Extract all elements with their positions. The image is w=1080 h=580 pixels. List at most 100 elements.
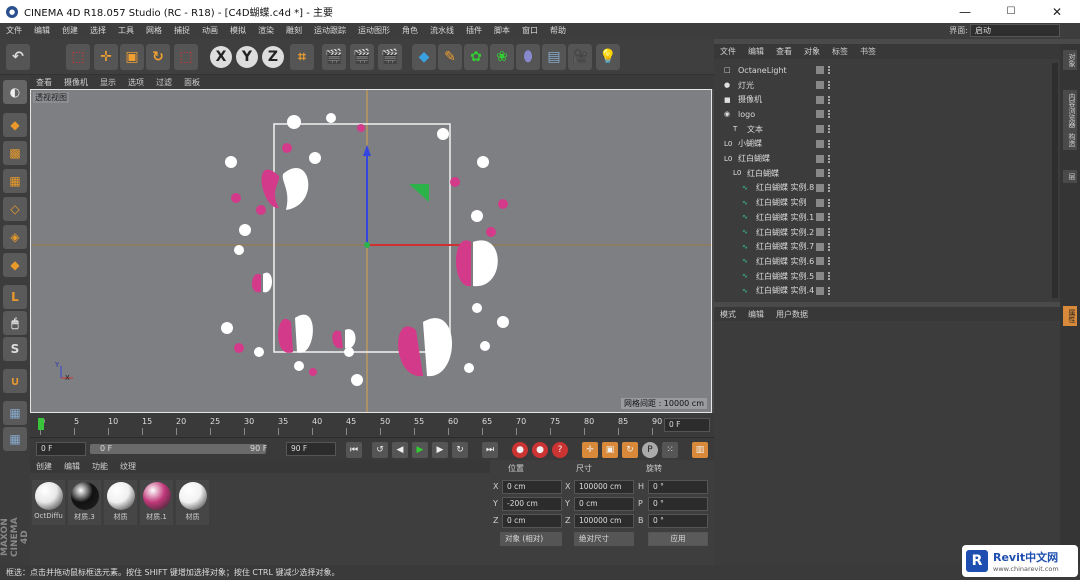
axis-mode-icon[interactable]: L xyxy=(3,285,27,309)
object-row[interactable]: ∿ 红白蝴蝶 实例.8 xyxy=(720,181,1060,196)
object-name[interactable]: 红白蝴蝶 实例.4 xyxy=(756,285,814,296)
render-settings-icon[interactable]: 🎬 xyxy=(378,44,402,70)
tweak-mode-icon[interactable]: 🖱 xyxy=(3,311,27,335)
menu-item[interactable]: 渲染 xyxy=(252,23,280,39)
visibility-icon[interactable] xyxy=(816,81,824,90)
key-rotation-icon[interactable]: ↻ xyxy=(622,442,638,458)
next-frame-icon[interactable]: ▶ xyxy=(432,442,448,458)
visibility-icon[interactable] xyxy=(816,257,824,266)
object-menu-item[interactable]: 书签 xyxy=(854,46,882,57)
cube-icon[interactable]: ◆ xyxy=(412,44,436,70)
enable-toggle-icon[interactable] xyxy=(828,139,834,148)
menu-item[interactable]: 脚本 xyxy=(488,23,516,39)
keyframe-selection-icon[interactable]: ? xyxy=(552,442,568,458)
object-row[interactable]: ∿ 红白蝴蝶 实例.1 xyxy=(720,210,1060,225)
enable-toggle-icon[interactable] xyxy=(828,228,834,237)
rotate-icon[interactable]: ↻ xyxy=(146,44,170,70)
object-menu-item[interactable]: 编辑 xyxy=(742,46,770,57)
visibility-icon[interactable] xyxy=(816,213,824,222)
menu-item[interactable]: 窗口 xyxy=(516,23,544,39)
viewport-menu-item[interactable]: 摄像机 xyxy=(58,77,94,88)
object-row[interactable]: L0 红白蝴蝶 xyxy=(720,151,1060,166)
material-menu-item[interactable]: 编辑 xyxy=(58,461,86,472)
grid-icon[interactable]: ▦ xyxy=(3,401,27,425)
size-field[interactable]: 0 cm xyxy=(574,497,634,511)
object-menu-item[interactable]: 文件 xyxy=(714,46,742,57)
object-menu-item[interactable]: 对象 xyxy=(798,46,826,57)
timeline[interactable]: 051015202530354045505560657075808590 0 F xyxy=(30,413,714,437)
viewport-menu-item[interactable]: 面板 xyxy=(178,77,206,88)
visibility-icon[interactable] xyxy=(816,183,824,192)
deformer-icon[interactable]: ⬮ xyxy=(516,44,540,70)
position-field[interactable]: -200 cm xyxy=(502,497,562,511)
viewport-menu-item[interactable]: 过滤 xyxy=(150,77,178,88)
rotation-field[interactable]: 0 ° xyxy=(648,497,708,511)
material-swatch[interactable]: OctDiffu xyxy=(32,480,65,525)
visibility-icon[interactable] xyxy=(816,228,824,237)
minimize-button[interactable]: — xyxy=(942,0,988,23)
menu-item[interactable]: 运动图形 xyxy=(352,23,396,39)
object-row[interactable]: ∿ 红白蝴蝶 实例.5 xyxy=(720,269,1060,284)
enable-toggle-icon[interactable] xyxy=(828,154,834,163)
material-menu-item[interactable]: 纹理 xyxy=(114,461,142,472)
workplane-icon[interactable]: ▦ xyxy=(3,169,27,193)
points-mode-icon[interactable]: ◇ xyxy=(3,197,27,221)
camera-icon[interactable]: 🎥 xyxy=(568,44,592,70)
layout-select[interactable]: 启动 xyxy=(970,24,1060,37)
render-view-icon[interactable]: 🎬 xyxy=(322,44,346,70)
light-icon[interactable]: 💡 xyxy=(596,44,620,70)
prev-frame-icon[interactable]: ◀ xyxy=(392,442,408,458)
rotation-field[interactable]: 0 ° xyxy=(648,480,708,494)
object-row[interactable]: L0 红白蝴蝶 xyxy=(720,166,1060,181)
object-row[interactable]: ■ 摄像机 xyxy=(720,92,1060,107)
visibility-icon[interactable] xyxy=(816,139,824,148)
render-picture-icon[interactable]: 🎬 xyxy=(350,44,374,70)
material-menu-item[interactable]: 创建 xyxy=(30,461,58,472)
menu-item[interactable]: 模拟 xyxy=(224,23,252,39)
x-axis-icon[interactable]: X xyxy=(210,46,232,68)
next-key-icon[interactable]: ↻ xyxy=(452,442,468,458)
material-swatch[interactable]: 材质 xyxy=(176,480,209,525)
material-swatch[interactable]: 材质.3 xyxy=(68,480,101,525)
object-menu-item[interactable]: 标签 xyxy=(826,46,854,57)
object-name[interactable]: 红白蝴蝶 实例 xyxy=(756,197,807,208)
move-icon[interactable]: ✛ xyxy=(94,44,118,70)
menu-item[interactable]: 工具 xyxy=(112,23,140,39)
object-name[interactable]: 红白蝴蝶 实例.5 xyxy=(756,271,814,282)
object-name[interactable]: 红白蝴蝶 实例.2 xyxy=(756,227,814,238)
visibility-icon[interactable] xyxy=(816,95,824,104)
position-field[interactable]: 0 cm xyxy=(502,514,562,528)
object-row[interactable]: ∿ 红白蝴蝶 实例.2 xyxy=(720,225,1060,240)
object-row[interactable]: ◉ logo xyxy=(720,107,1060,122)
tab-attributes[interactable]: 属性 xyxy=(1063,306,1077,326)
object-name[interactable]: 红白蝴蝶 xyxy=(747,168,779,179)
snap-icon[interactable]: S xyxy=(3,337,27,361)
menu-item[interactable]: 角色 xyxy=(396,23,424,39)
auto-key-icon[interactable]: ● xyxy=(532,442,548,458)
object-name[interactable]: 红白蝴蝶 xyxy=(738,153,770,164)
visibility-icon[interactable] xyxy=(816,66,824,75)
last-tool-icon[interactable]: ⬚ xyxy=(174,44,198,70)
play-icon[interactable]: ▶ xyxy=(412,442,428,458)
floor-icon[interactable]: ▤ xyxy=(542,44,566,70)
object-name[interactable]: 红白蝴蝶 实例.1 xyxy=(756,212,814,223)
viewport-menu-item[interactable]: 选项 xyxy=(122,77,150,88)
object-row[interactable]: □ OctaneLight xyxy=(720,63,1060,78)
pen-icon[interactable]: ✎ xyxy=(438,44,462,70)
key-pla-icon[interactable]: ⁙ xyxy=(662,442,678,458)
object-name[interactable]: OctaneLight xyxy=(738,66,787,75)
visibility-icon[interactable] xyxy=(816,286,824,295)
enable-toggle-icon[interactable] xyxy=(828,198,834,207)
object-row[interactable]: T 文本 xyxy=(720,122,1060,137)
object-scrollbar[interactable] xyxy=(1052,63,1058,298)
menu-item[interactable]: 运动跟踪 xyxy=(308,23,352,39)
object-name[interactable]: 红白蝴蝶 实例.8 xyxy=(756,182,814,193)
menu-item[interactable]: 选择 xyxy=(84,23,112,39)
key-position-icon[interactable]: ✛ xyxy=(582,442,598,458)
enable-toggle-icon[interactable] xyxy=(828,257,834,266)
menu-item[interactable]: 流水线 xyxy=(424,23,460,39)
visibility-icon[interactable] xyxy=(816,198,824,207)
object-name[interactable]: 红白蝴蝶 实例.7 xyxy=(756,241,814,252)
z-axis-icon[interactable]: Z xyxy=(262,46,284,68)
object-name[interactable]: 红白蝴蝶 实例.6 xyxy=(756,256,814,267)
